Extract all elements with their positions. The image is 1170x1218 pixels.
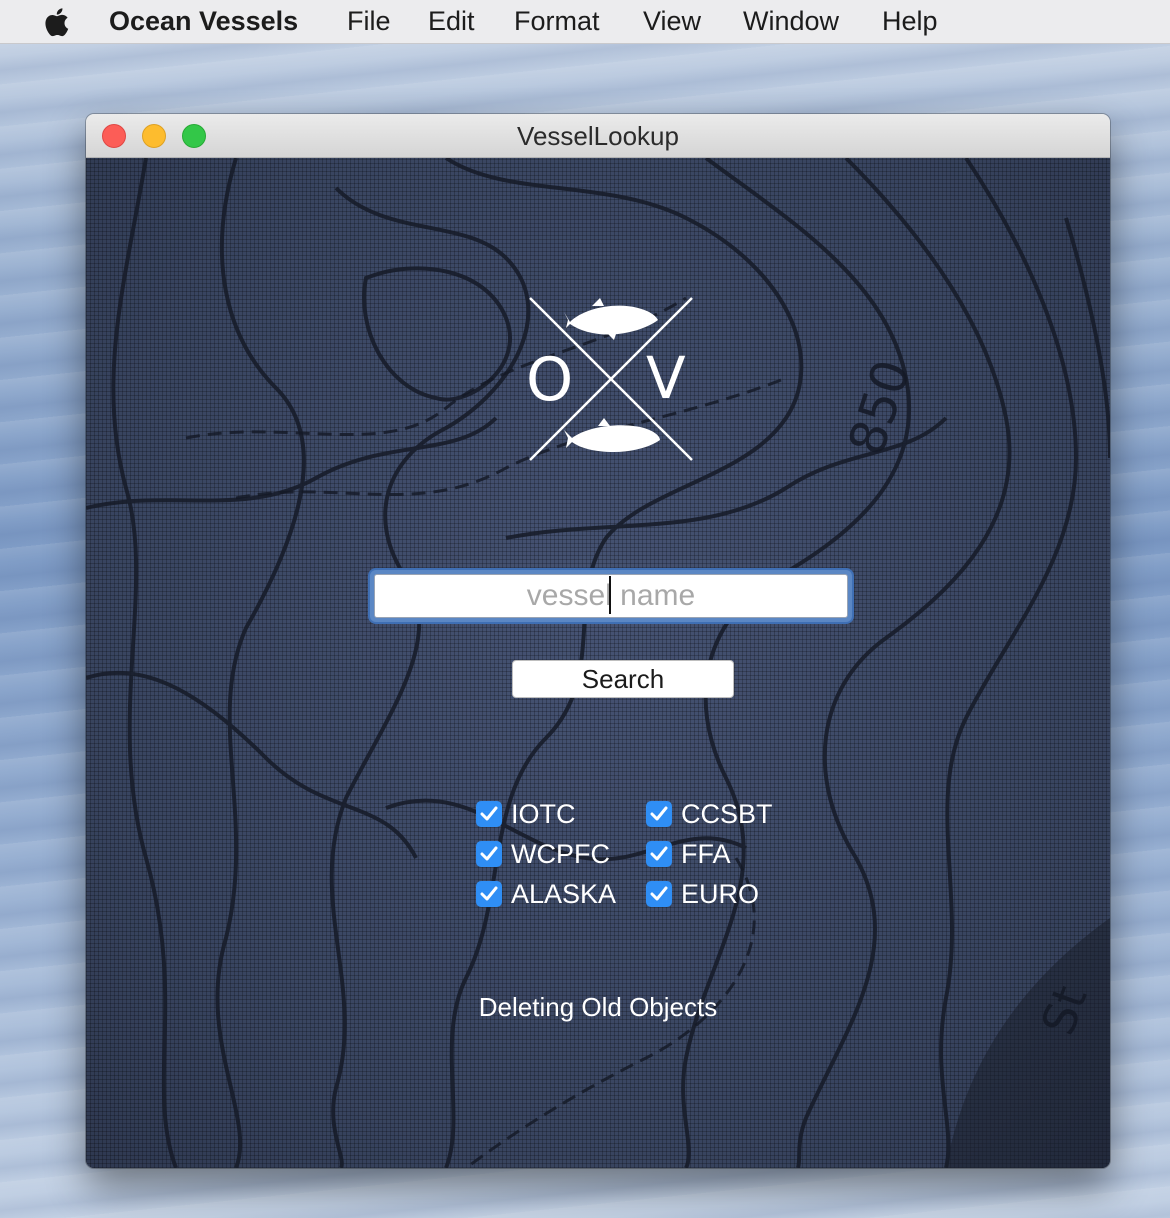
checkbox-label: ALASKA	[511, 878, 617, 909]
menu-format[interactable]: Format	[514, 6, 600, 37]
checkmark-icon[interactable]	[646, 801, 672, 827]
text-cursor	[609, 576, 611, 614]
window-content: 850 St O V Search IOTC	[86, 158, 1110, 1168]
checkbox-ccsbt[interactable]: CCSBT	[646, 798, 773, 830]
menu-window[interactable]: Window	[743, 6, 839, 37]
checkbox-euro[interactable]: EURO	[646, 878, 759, 910]
checkbox-ffa[interactable]: FFA	[646, 838, 731, 870]
logo-letter-o: O	[526, 345, 573, 415]
checkbox-label: IOTC	[511, 798, 576, 829]
checkbox-label: FFA	[681, 838, 731, 869]
menu-view[interactable]: View	[643, 6, 701, 37]
menu-file[interactable]: File	[347, 6, 391, 37]
menu-edit[interactable]: Edit	[428, 6, 475, 37]
checkbox-label: CCSBT	[681, 798, 773, 829]
search-input-focus-ring	[370, 570, 852, 622]
tuna-fish-icon	[564, 298, 658, 340]
checkbox-label: EURO	[681, 878, 760, 909]
checkmark-icon[interactable]	[476, 801, 502, 827]
window-titlebar[interactable]: VesselLookup	[86, 114, 1110, 158]
checkbox-alaska[interactable]: ALASKA	[476, 878, 616, 910]
checkbox-iotc[interactable]: IOTC	[476, 798, 576, 830]
menu-bar: Ocean Vessels File Edit Format View Wind…	[0, 0, 1170, 44]
checkbox-wcpfc[interactable]: WCPFC	[476, 838, 610, 870]
svg-text:850: 850	[837, 353, 922, 462]
status-message: Deleting Old Objects	[478, 992, 718, 1022]
checkmark-icon[interactable]	[476, 881, 502, 907]
ocean-vessels-logo: O V	[526, 297, 693, 461]
vessel-lookup-window: VesselLookup 850 St O V vessel name Sear…	[86, 114, 1110, 1168]
checkbox-label: WCPFC	[511, 838, 610, 869]
logo-letter-v: V	[646, 344, 686, 412]
menu-app-name[interactable]: Ocean Vessels	[109, 6, 298, 37]
vessel-name-search-input[interactable]	[374, 574, 848, 618]
menu-help[interactable]: Help	[882, 6, 938, 37]
window-title: VesselLookup	[517, 121, 679, 151]
checkmark-icon[interactable]	[646, 881, 672, 907]
checkmark-icon[interactable]	[646, 841, 672, 867]
checkmark-icon[interactable]	[476, 841, 502, 867]
apple-icon[interactable]	[40, 6, 70, 38]
search-button[interactable]: Search	[512, 660, 734, 698]
salmon-fish-icon	[564, 418, 660, 452]
